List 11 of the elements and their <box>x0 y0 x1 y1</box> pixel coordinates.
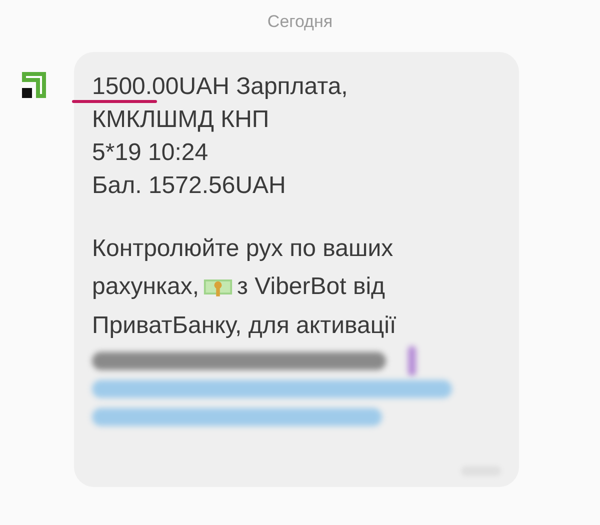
date-divider: Сегодня <box>267 12 333 32</box>
message-text: 1500.00UAH Зарплата, <box>92 72 348 100</box>
bank-logo-icon <box>20 72 46 98</box>
message-text: рахунках, <box>92 273 199 301</box>
blurred-icon <box>408 346 416 376</box>
message-text: ПриватБанку, для активації <box>92 312 396 340</box>
message-text: КМКЛШМД КНП <box>92 106 270 134</box>
message-text: Контролюйте рух по ваших <box>92 234 394 262</box>
message-text: 5*19 10:24 <box>92 138 208 166</box>
message-text: Бал. 1572.56UAH <box>92 172 286 200</box>
message-text: з ViberBot від <box>237 273 386 301</box>
